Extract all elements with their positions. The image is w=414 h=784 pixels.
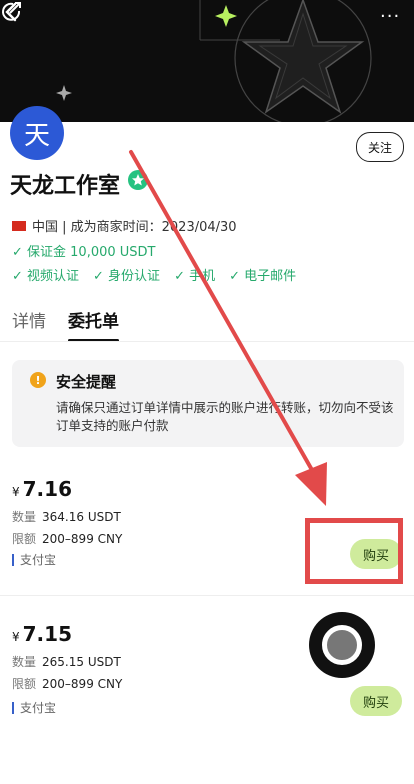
offer-divider bbox=[0, 595, 414, 596]
follow-button[interactable]: 关注 bbox=[356, 132, 404, 162]
security-notice: ! 安全提醒 请确保只通过订单详情中展示的账户进行转账，切勿向不受该订单支持的账… bbox=[12, 360, 404, 447]
quantity-label: 数量 bbox=[12, 655, 37, 669]
notice-body: 请确保只通过订单详情中展示的账户进行转账，切勿向不受该订单支持的账户付款 bbox=[56, 400, 394, 433]
quantity-value: 364.16 USDT bbox=[42, 510, 121, 524]
tab-bar: 详情 委托单 bbox=[12, 307, 141, 342]
avatar: 天 bbox=[10, 106, 64, 160]
share-icon[interactable] bbox=[0, 0, 24, 24]
verification-video: ✓ 视频认证 bbox=[12, 269, 80, 284]
price-value: 7.15 bbox=[22, 622, 72, 646]
price-value: 7.16 bbox=[22, 477, 72, 501]
limit-row: 限额 200–899 CNY bbox=[12, 675, 122, 692]
tab-divider bbox=[0, 341, 414, 342]
more-options-icon[interactable]: ··· bbox=[380, 6, 406, 27]
buy-button[interactable]: 购买 bbox=[350, 686, 402, 716]
china-flag-icon bbox=[12, 220, 26, 231]
currency-symbol: ¥ bbox=[12, 485, 20, 499]
limit-value: 200–899 CNY bbox=[42, 677, 123, 691]
quantity-value: 265.15 USDT bbox=[42, 655, 121, 669]
quantity-row: 数量 364.16 USDT bbox=[12, 508, 121, 525]
quantity-row: 数量 265.15 USDT bbox=[12, 653, 121, 670]
offer-price: ¥7.15 bbox=[12, 622, 72, 646]
verified-badge-icon bbox=[128, 170, 148, 190]
limit-label: 限额 bbox=[12, 677, 37, 691]
notice-title: 安全提醒 bbox=[56, 373, 117, 391]
floating-assistive-button[interactable] bbox=[309, 612, 375, 678]
tab-details[interactable]: 详情 bbox=[12, 307, 46, 332]
verification-email: ✓ 电子邮件 bbox=[229, 269, 297, 284]
verification-phone: ✓ 手机 bbox=[174, 269, 216, 284]
deposit-badge: ✓ 保证金 10,000 USDT bbox=[12, 245, 156, 260]
quantity-label: 数量 bbox=[12, 510, 37, 524]
merchant-name: 天龙工作室 bbox=[10, 174, 121, 199]
limit-row: 限额 200–899 CNY bbox=[12, 530, 122, 547]
banner-star-graphic bbox=[56, 0, 372, 122]
limit-label: 限额 bbox=[12, 532, 37, 546]
verification-list: ✓ 视频认证 ✓ 身份认证 ✓ 手机 ✓ 电子邮件 bbox=[12, 265, 310, 284]
currency-symbol: ¥ bbox=[12, 630, 20, 644]
merchant-meta: 中国 | 成为商家时间：2023/04/30 bbox=[12, 216, 237, 235]
assistive-ring-icon bbox=[322, 625, 362, 665]
warning-icon: ! bbox=[30, 372, 46, 388]
payment-method: 支付宝 bbox=[12, 554, 56, 566]
header-banner: ··· bbox=[0, 0, 414, 122]
limit-value: 200–899 CNY bbox=[42, 532, 123, 546]
tab-orders[interactable]: 委托单 bbox=[68, 307, 119, 342]
region-line: 中国 | 成为商家时间：2023/04/30 bbox=[32, 220, 237, 235]
verification-identity: ✓ 身份认证 bbox=[93, 269, 161, 284]
annotation-highlight-box bbox=[305, 518, 403, 584]
payment-method: 支付宝 bbox=[12, 702, 56, 714]
offer-price: ¥7.16 bbox=[12, 477, 72, 501]
